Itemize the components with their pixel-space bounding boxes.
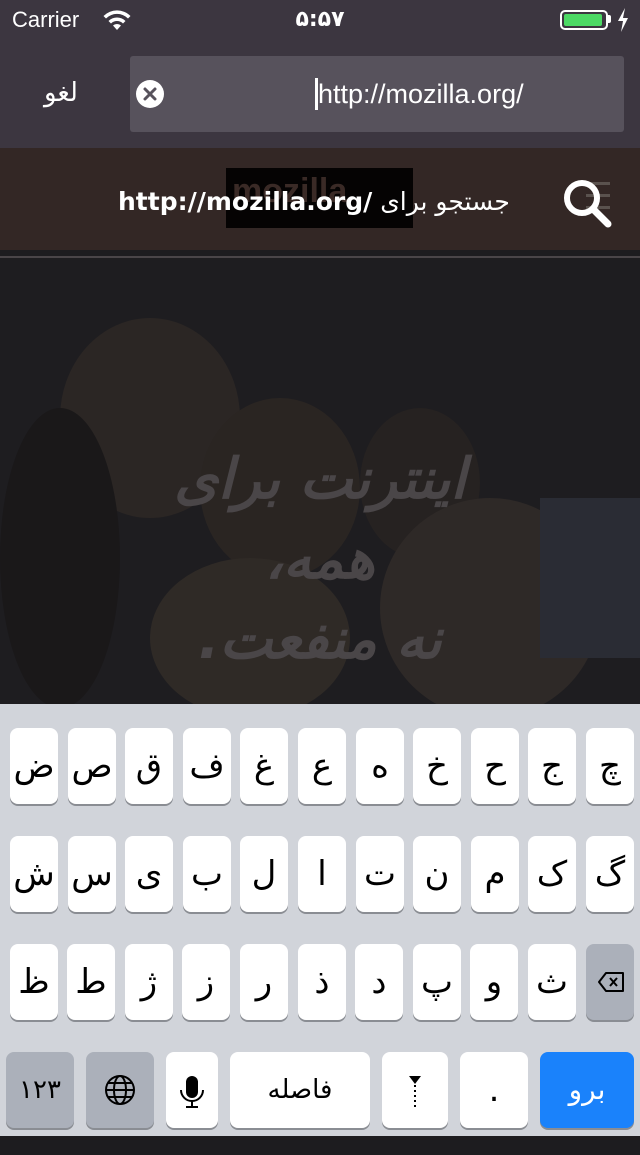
battery-level: [564, 14, 602, 26]
key-row1-0[interactable]: چ: [586, 728, 634, 804]
key-row1-4[interactable]: ه: [356, 728, 404, 804]
key-row3-0[interactable]: ث: [528, 944, 576, 1020]
microphone-icon: [180, 1076, 204, 1108]
status-bar: Carrier ۵:۵۷: [0, 0, 640, 40]
key-row2-6[interactable]: ل: [240, 836, 288, 912]
globe-icon: [105, 1075, 135, 1105]
backspace-key[interactable]: [586, 944, 634, 1020]
key-row3-7[interactable]: ژ: [125, 944, 173, 1020]
clock: ۵:۵۷: [295, 7, 345, 32]
key-row2-7[interactable]: ب: [183, 836, 231, 912]
clear-url-button[interactable]: [136, 80, 164, 108]
key-row3-9[interactable]: ظ: [10, 944, 58, 1020]
key-row2-2[interactable]: م: [471, 836, 519, 912]
headline-line-2: همه،: [264, 527, 375, 592]
key-row1-10[interactable]: ض: [10, 728, 58, 804]
globe-key[interactable]: [86, 1052, 154, 1128]
key-row2-0[interactable]: گ: [586, 836, 634, 912]
suggestion-prefix: جستجو برای: [380, 187, 510, 216]
search-icon: [564, 180, 612, 228]
key-row2-9[interactable]: س: [68, 836, 116, 912]
key-row2-5[interactable]: ا: [298, 836, 346, 912]
go-button[interactable]: برو: [540, 1052, 634, 1128]
key-row1-8[interactable]: ق: [125, 728, 173, 804]
headline-line-1: اینترنت برای: [174, 447, 466, 512]
key-row3-2[interactable]: پ: [413, 944, 461, 1020]
key-row2-8[interactable]: ی: [125, 836, 173, 912]
headline-line-3: نه منفعت.: [198, 607, 442, 672]
key-row2-4[interactable]: ت: [356, 836, 404, 912]
key-row1-5[interactable]: ع: [298, 728, 346, 804]
key-row1-2[interactable]: ح: [471, 728, 519, 804]
key-row2-10[interactable]: ش: [10, 836, 58, 912]
key-row1-9[interactable]: ص: [68, 728, 116, 804]
key-row2-3[interactable]: ن: [413, 836, 461, 912]
url-text: http://mozilla.org/: [318, 79, 524, 109]
cancel-button[interactable]: لغو: [44, 78, 78, 108]
zwnj-key[interactable]: [382, 1052, 448, 1128]
key-row1-7[interactable]: ف: [183, 728, 231, 804]
charging-bolt-icon: [618, 8, 628, 32]
numbers-key[interactable]: ۱۲۳: [6, 1052, 74, 1128]
key-row3-1[interactable]: و: [470, 944, 518, 1020]
space-key[interactable]: فاصله: [230, 1052, 370, 1128]
key-row3-6[interactable]: ز: [182, 944, 230, 1020]
key-row1-3[interactable]: خ: [413, 728, 461, 804]
backspace-icon: [598, 972, 624, 992]
clear-icon: [143, 87, 157, 101]
key-row3-4[interactable]: ذ: [298, 944, 346, 1020]
page-headline: اینترنت برای همه، نه منفعت.: [120, 440, 520, 680]
key-row3-5[interactable]: ر: [240, 944, 288, 1020]
key-row3-3[interactable]: د: [355, 944, 403, 1020]
key-row1-6[interactable]: غ: [240, 728, 288, 804]
dictation-key[interactable]: [166, 1052, 218, 1128]
key-row2-1[interactable]: ک: [528, 836, 576, 912]
zwnj-icon: [409, 1076, 421, 1108]
battery-icon: [560, 10, 608, 30]
key-row1-1[interactable]: ج: [528, 728, 576, 804]
suggestion-query: http://mozilla.org/: [118, 187, 373, 216]
key-row3-8[interactable]: ط: [67, 944, 115, 1020]
period-key[interactable]: .: [460, 1052, 528, 1128]
battery-tip: [608, 15, 611, 23]
search-suggestion-text: http://mozilla.org/ جستجو برای: [118, 187, 510, 216]
